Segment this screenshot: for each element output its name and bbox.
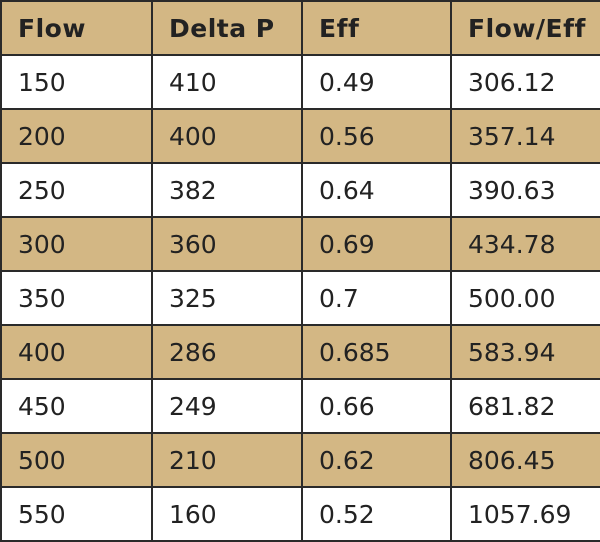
cell-delta-p: 325	[151, 270, 303, 326]
cell-flow-per-eff: 583.94	[450, 324, 600, 380]
table-row: 450 249 0.66 681.82	[0, 378, 600, 434]
cell-flow: 500	[0, 432, 153, 488]
header-flow: Flow	[0, 0, 153, 56]
cell-flow: 250	[0, 162, 153, 218]
cell-delta-p: 360	[151, 216, 303, 272]
header-delta-p: Delta P	[151, 0, 303, 56]
table-row: 300 360 0.69 434.78	[0, 216, 600, 272]
cell-flow: 400	[0, 324, 153, 380]
cell-eff: 0.56	[301, 108, 452, 164]
cell-flow-per-eff: 357.14	[450, 108, 600, 164]
cell-eff: 0.7	[301, 270, 452, 326]
cell-eff: 0.52	[301, 486, 452, 542]
cell-eff: 0.685	[301, 324, 452, 380]
header-flow-per-eff: Flow/Eff	[450, 0, 600, 56]
cell-delta-p: 410	[151, 54, 303, 110]
flow-efficiency-table: Flow Delta P Eff Flow/Eff 150 410 0.49 306.…	[0, 0, 600, 542]
cell-flow-per-eff: 681.82	[450, 378, 600, 434]
table-row: 500 210 0.62 806.45	[0, 432, 600, 488]
cell-eff: 0.69	[301, 216, 452, 272]
cell-flow: 350	[0, 270, 153, 326]
table-row: 200 400 0.56 357.14	[0, 108, 600, 164]
cell-flow-per-eff: 434.78	[450, 216, 600, 272]
table-row: 400 286 0.685 583.94	[0, 324, 600, 380]
cell-flow-per-eff: 306.12	[450, 54, 600, 110]
cell-flow-per-eff: 390.63	[450, 162, 600, 218]
cell-eff: 0.66	[301, 378, 452, 434]
cell-flow-per-eff: 500.00	[450, 270, 600, 326]
cell-delta-p: 249	[151, 378, 303, 434]
cell-eff: 0.49	[301, 54, 452, 110]
table-row: 350 325 0.7 500.00	[0, 270, 600, 326]
cell-delta-p: 400	[151, 108, 303, 164]
cell-flow: 150	[0, 54, 153, 110]
cell-delta-p: 382	[151, 162, 303, 218]
cell-flow: 200	[0, 108, 153, 164]
cell-eff: 0.62	[301, 432, 452, 488]
cell-delta-p: 286	[151, 324, 303, 380]
table-row: 150 410 0.49 306.12	[0, 54, 600, 110]
cell-delta-p: 160	[151, 486, 303, 542]
table-row: 250 382 0.64 390.63	[0, 162, 600, 218]
cell-flow-per-eff: 1057.69	[450, 486, 600, 542]
cell-eff: 0.64	[301, 162, 452, 218]
cell-flow: 300	[0, 216, 153, 272]
cell-flow: 550	[0, 486, 153, 542]
cell-delta-p: 210	[151, 432, 303, 488]
table-row: 550 160 0.52 1057.69	[0, 486, 600, 542]
header-row: Flow Delta P Eff Flow/Eff	[0, 0, 600, 56]
header-eff: Eff	[301, 0, 452, 56]
cell-flow: 450	[0, 378, 153, 434]
cell-flow-per-eff: 806.45	[450, 432, 600, 488]
